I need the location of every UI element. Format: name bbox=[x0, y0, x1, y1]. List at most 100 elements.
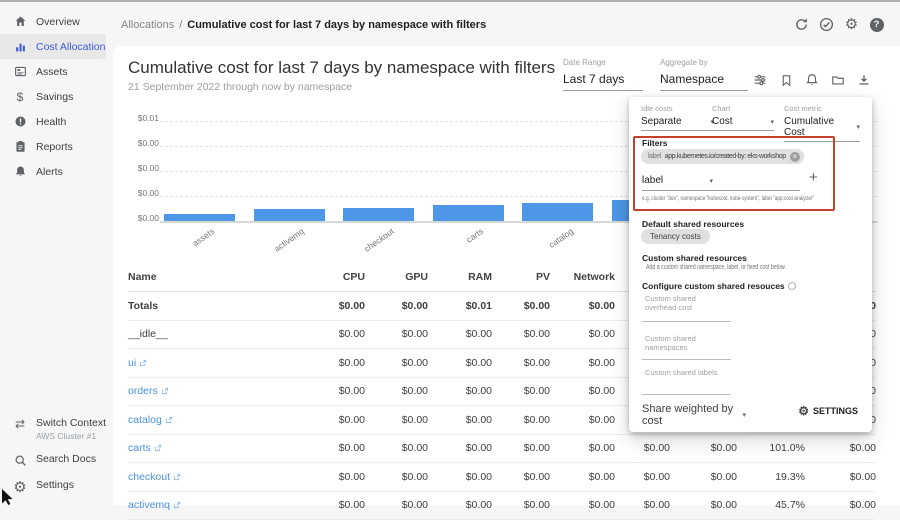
sidebar-item-alerts[interactable]: Alerts bbox=[0, 159, 113, 184]
custom-labels-label: Custom shared labels bbox=[645, 368, 718, 377]
sidebar-item-savings[interactable]: $Savings bbox=[0, 84, 113, 109]
sidebar-nav: Overview Cost Allocation Assets$SavingsHea… bbox=[0, 2, 113, 184]
table-cell: 19.3% bbox=[737, 471, 805, 483]
breadcrumb-section[interactable]: Allocations bbox=[121, 19, 174, 31]
share-weighted-select[interactable]: Share weighted by cost ▾ bbox=[642, 403, 746, 433]
sidebar-item-assets[interactable]: Assets bbox=[0, 59, 113, 84]
table-cell: $0.00 bbox=[550, 499, 615, 511]
column-header-network: Network bbox=[550, 271, 615, 283]
cost-metric-value: Cumulative Cost bbox=[784, 116, 856, 138]
custom-namespaces-label: Custom shared namespaces bbox=[645, 334, 703, 353]
bar-checkout[interactable] bbox=[343, 208, 414, 221]
reports-icon bbox=[13, 140, 27, 153]
help-icon[interactable]: ? bbox=[869, 17, 884, 32]
table-cell: $0.00 bbox=[428, 328, 492, 340]
custom-overhead-cost-input[interactable] bbox=[642, 321, 731, 322]
top-bar: Allocations/Cumulative cost for last 7 d… bbox=[113, 2, 900, 46]
cluster-context-label: AWS Cluster #1 bbox=[36, 431, 106, 441]
external-link-icon bbox=[173, 501, 181, 509]
info-icon bbox=[788, 282, 796, 290]
table-row-activemq: activemq$0.00$0.00$0.00$0.00$0.00$0.00$0… bbox=[128, 492, 876, 520]
table-cell: $0.00 bbox=[428, 471, 492, 483]
custom-shared-helper: Add a custom shared namespace, label, or… bbox=[646, 264, 786, 271]
table-cell: $0.00 bbox=[278, 442, 365, 454]
y-tick-label: $0.00 bbox=[138, 138, 159, 148]
row-link[interactable]: orders bbox=[128, 385, 158, 397]
sidebar-item-cost-allocation[interactable]: Cost Allocation bbox=[0, 34, 106, 59]
aggregate-by-value: Namespace bbox=[660, 72, 724, 86]
download-icon[interactable] bbox=[857, 73, 871, 87]
footer-item-label: Search Docs bbox=[36, 453, 96, 465]
table-cell: $0.00 bbox=[492, 414, 550, 426]
sidebar-item-overview[interactable]: Overview bbox=[0, 9, 113, 34]
bookmark-icon[interactable] bbox=[779, 73, 793, 87]
table-cell: $0.00 bbox=[550, 471, 615, 483]
row-link[interactable]: catalog bbox=[128, 414, 162, 426]
cost-metric-label: Cost metric bbox=[784, 104, 860, 113]
row-link[interactable]: activemq bbox=[128, 499, 170, 511]
bar-assets[interactable] bbox=[164, 214, 235, 221]
filter-value-input[interactable] bbox=[713, 175, 800, 191]
window-top-edge bbox=[0, 0, 900, 2]
check-circle-icon[interactable] bbox=[819, 17, 834, 32]
row-link[interactable]: carts bbox=[128, 442, 151, 454]
sidebar-item-reports[interactable]: Reports bbox=[0, 134, 113, 159]
aggregate-by-select[interactable]: Aggregate by Namespace bbox=[660, 58, 748, 91]
sidebar-footer: ⇄Switch ContextAWS Cluster #1 Search Docs… bbox=[0, 411, 113, 501]
row-link[interactable]: ui bbox=[128, 357, 136, 369]
date-range-select[interactable]: Date Range Last 7 days bbox=[563, 58, 643, 91]
cost-metric-select[interactable]: Cost metric Cumulative Cost▾ bbox=[784, 104, 860, 142]
folder-icon[interactable] bbox=[831, 73, 845, 87]
table-cell: $0.00 bbox=[365, 414, 428, 426]
sidebar-footer-search-docs[interactable]: Search Docs bbox=[0, 447, 113, 473]
table-cell: $0.00 bbox=[365, 442, 428, 454]
custom-labels-input[interactable] bbox=[642, 394, 731, 395]
default-shared-heading: Default shared resources bbox=[642, 219, 744, 229]
idle-costs-select[interactable]: Idle costs Separate▾ bbox=[641, 104, 714, 131]
external-link-icon bbox=[173, 473, 181, 481]
row-name: __idle__ bbox=[128, 328, 278, 340]
x-tick-label: carts bbox=[464, 226, 485, 245]
idle-costs-label: Idle costs bbox=[641, 104, 714, 113]
breadcrumb-separator: / bbox=[179, 19, 182, 31]
notifications-bell-icon[interactable] bbox=[805, 73, 819, 87]
sidebar-item-label: Cost Allocation bbox=[36, 41, 105, 53]
idle-costs-value: Separate bbox=[641, 116, 682, 127]
x-tick-label: activemq bbox=[273, 226, 307, 254]
tenancy-costs-chip[interactable]: Tenancy costs bbox=[641, 229, 710, 244]
refresh-icon[interactable] bbox=[794, 17, 809, 32]
bar-carts[interactable] bbox=[433, 205, 504, 221]
table-cell: $0.00 bbox=[670, 471, 737, 483]
table-cell: $0.00 bbox=[550, 442, 615, 454]
bar-catalog[interactable] bbox=[522, 203, 593, 221]
sidebar-item-label: Savings bbox=[36, 91, 73, 103]
add-filter-button[interactable]: + bbox=[809, 169, 818, 186]
date-range-value: Last 7 days bbox=[563, 72, 624, 86]
custom-namespaces-input[interactable] bbox=[642, 359, 731, 360]
chevron-down-icon: ▾ bbox=[856, 123, 860, 131]
chart-type-label: Chart bbox=[712, 104, 774, 113]
chart-type-select[interactable]: Chart Cost▾ bbox=[712, 104, 774, 131]
table-cell: $0.00 bbox=[550, 328, 615, 340]
sidebar-footer-settings[interactable]: ⚙Settings bbox=[0, 473, 113, 501]
row-link[interactable]: checkout bbox=[128, 471, 170, 483]
y-tick-label: $0.00 bbox=[138, 163, 159, 173]
table-cell: $0.00 bbox=[492, 328, 550, 340]
tune-icon[interactable] bbox=[753, 73, 767, 87]
remove-filter-icon[interactable]: × bbox=[790, 152, 800, 162]
gear-icon[interactable]: ⚙ bbox=[844, 17, 859, 32]
table-cell: $0.00 bbox=[278, 471, 365, 483]
filter-key-select[interactable]: label ▾ bbox=[642, 175, 713, 191]
sidebar-item-health[interactable]: Health bbox=[0, 109, 113, 134]
settings-button[interactable]: ⚙ SETTINGS bbox=[798, 405, 858, 417]
sidebar-footer-switch-context[interactable]: ⇄Switch ContextAWS Cluster #1 bbox=[0, 411, 113, 447]
table-cell: $0.00 bbox=[492, 442, 550, 454]
chevron-down-icon: ▾ bbox=[770, 118, 774, 126]
switch-context-icon: ⇄ bbox=[13, 418, 27, 430]
table-cell: $0.00 bbox=[365, 471, 428, 483]
bar-activemq[interactable] bbox=[254, 209, 325, 221]
allocation-options-panel: Idle costs Separate▾ Chart Cost▾ Cost me… bbox=[629, 97, 872, 432]
table-cell: $0.00 bbox=[492, 300, 550, 312]
table-cell: $0.00 bbox=[365, 328, 428, 340]
external-link-icon bbox=[139, 359, 147, 367]
